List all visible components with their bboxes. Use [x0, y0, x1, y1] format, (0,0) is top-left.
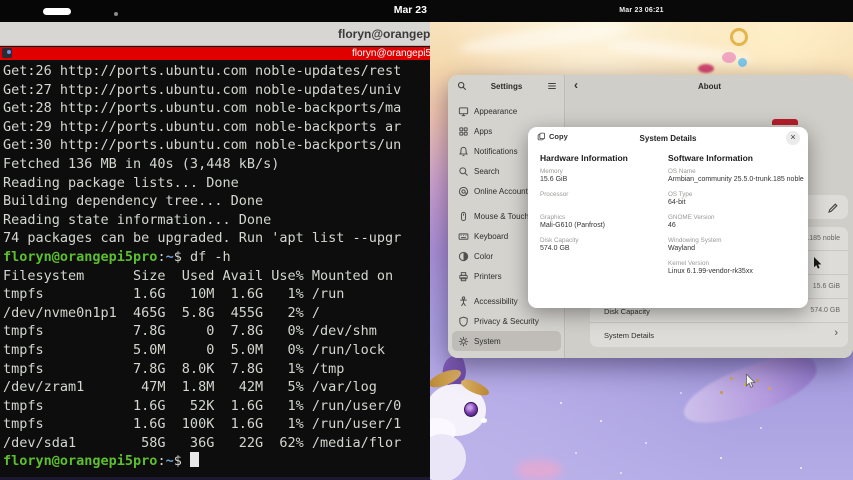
dialog-field: Processor	[540, 188, 652, 211]
terminal-line: Building dependency tree... Done	[3, 193, 264, 210]
terminal-cursor	[189, 452, 199, 468]
dialog-field: GNOME Version 46	[668, 211, 804, 234]
field-label: OS Type	[668, 191, 693, 198]
field-value: 15.6 GiB	[540, 176, 568, 183]
top-bar-right: Mar 23 06:21	[430, 0, 853, 22]
prompt-path: ~	[165, 248, 174, 265]
terminal-line: floryn@orangepi5pro:~$ df -h	[3, 248, 231, 265]
terminal-line: Get:26 http://ports.ubuntu.com noble-upd…	[3, 63, 402, 79]
wallpaper-figure-art	[738, 58, 747, 67]
dialog-field: Memory 15.6 GiB	[540, 165, 652, 188]
wallpaper-figure-art	[698, 64, 714, 73]
dialog-field: Graphics Mali-G610 (Panfrost)	[540, 211, 652, 234]
terminal-line: /dev/sda1 58G 36G 22G 62% /media/flor	[3, 434, 402, 451]
dialog-body: Hardware Information Memory 15.6 GiB Proce…	[540, 153, 804, 280]
hardware-column: Hardware Information Memory 15.6 GiB Proce…	[540, 153, 652, 280]
field-value: Linux 6.1.99-vendor-rk35xx	[668, 268, 753, 275]
terminal-body[interactable]: Get:26 http://ports.ubuntu.com noble-upd…	[0, 60, 430, 477]
terminal-line: /dev/zram1 47M 1.8M 42M 5% /var/log	[3, 379, 377, 396]
terminal-line: Get:27 http://ports.ubuntu.com noble-upd…	[3, 81, 402, 98]
settings-window: Settings Appearance Apps Notifications Sear…	[448, 75, 853, 358]
terminal-line: tmpfs 7.8G 8.0K 7.8G 1% /tmp	[3, 360, 345, 377]
hardware-fields: Memory 15.6 GiB Processor Graphics Mali-G610…	[540, 165, 652, 257]
wallpaper-gold-dots	[730, 377, 733, 380]
terminal-line: 74 packages can be upgraded. Run 'apt li…	[3, 230, 402, 247]
prompt-path: ~	[165, 453, 174, 470]
wallpaper-figure-art	[722, 52, 736, 63]
terminal-line: Fetched 136 MB in 40s (3,448 kB/s)	[3, 155, 280, 172]
terminal-line: Get:28 http://ports.ubuntu.com noble-bac…	[3, 100, 402, 117]
field-value: 64-bit	[668, 199, 686, 206]
clock-left[interactable]: Mar 23	[394, 4, 427, 16]
terminal-line: tmpfs 7.8G 0 7.8G 0% /dev/shm	[3, 323, 377, 340]
wallpaper-sparkles	[560, 402, 562, 404]
terminal-tab-label: floryn@orangepi5pro: ~	[352, 48, 430, 59]
field-value: 46	[668, 222, 676, 229]
system-details-dialog: Copy System Details × Hardware Informati…	[528, 127, 808, 308]
field-label: GNOME Version	[668, 214, 715, 221]
clock-right[interactable]: Mar 23 06:21	[430, 7, 853, 14]
terminal-tab-active[interactable]: floryn@orangepi5pro: ~	[0, 47, 430, 60]
terminal-line: tmpfs 1.6G 100K 1.6G 1% /run/user/1	[3, 416, 402, 433]
prompt-user: floryn@orangepi5pro	[3, 453, 158, 470]
terminal-titlebar[interactable]: floryn@orangepi5pro: ~	[0, 22, 430, 46]
dialog-field: Disk Capacity 574.0 GB	[540, 234, 652, 257]
software-heading: Software Information	[668, 153, 754, 163]
mouse-cursor-black	[813, 257, 823, 275]
terminal-line: floryn@orangepi5pro:~$	[3, 452, 430, 471]
dialog-field: OS Type 64-bit	[668, 188, 804, 211]
terminal-line: Get:29 http://ports.ubuntu.com noble-bac…	[3, 118, 402, 135]
terminal-line: tmpfs 1.6G 10M 1.6G 1% /run	[3, 286, 345, 303]
terminal-app-icon	[2, 48, 12, 58]
wallpaper-creature-art	[430, 353, 518, 480]
right-monitor: Mar 23 06:21 Settings Appearance Apps No…	[430, 0, 853, 480]
hardware-heading: Hardware Information	[540, 153, 628, 163]
wallpaper-pink-art	[516, 460, 562, 480]
terminal-line: /dev/nvme0n1p1 465G 5.8G 455G 2% /	[3, 304, 320, 321]
dialog-field: Windowing System Wayland	[668, 234, 804, 257]
prompt-user: floryn@orangepi5pro	[3, 248, 158, 265]
field-value: Armbian_community 25.5.0-trunk.185 noble	[668, 176, 804, 183]
mouse-cursor-white	[745, 373, 757, 394]
field-value: 574.0 GB	[540, 245, 570, 252]
left-monitor: Mar 23 floryn@orangepi5pro: ~ floryn@ora…	[0, 0, 430, 480]
activities-pill-icon[interactable]	[43, 8, 71, 15]
field-label: Graphics	[540, 214, 566, 221]
close-icon: ×	[790, 132, 796, 142]
dialog-field: Kernel Version Linux 6.1.99-vendor-rk35xx	[668, 257, 804, 280]
software-fields: OS Name Armbian_community 25.5.0-trunk.18…	[668, 165, 804, 280]
field-label: Windowing System	[668, 237, 722, 244]
field-label: OS Name	[668, 168, 696, 175]
terminal-line: Reading state information... Done	[3, 211, 272, 228]
wallpaper-halo-art	[730, 28, 748, 46]
field-label: Memory	[540, 168, 563, 175]
terminal-line: Filesystem Size Used Avail Use% Mounted …	[3, 267, 394, 284]
field-label: Processor	[540, 191, 569, 198]
terminal-line: Get:30 http://ports.ubuntu.com noble-bac…	[3, 137, 402, 154]
terminal-line: tmpfs 1.6G 52K 1.6G 1% /run/user/0	[3, 397, 402, 414]
dialog-header: Copy System Details ×	[528, 127, 808, 149]
software-column: Software Information OS Name Armbian_comm…	[668, 153, 804, 280]
workspace-dot-icon[interactable]	[114, 12, 118, 16]
field-label: Kernel Version	[668, 260, 709, 267]
terminal-line: tmpfs 5.0M 0 5.0M 0% /run/lock	[3, 341, 386, 358]
dialog-title: System Details	[639, 134, 697, 143]
close-button[interactable]: ×	[786, 131, 800, 145]
terminal-line: Reading package lists... Done	[3, 174, 239, 191]
field-value: Mali-G610 (Panfrost)	[540, 222, 605, 229]
terminal-title: floryn@orangepi5pro: ~	[338, 27, 430, 41]
wallpaper-wing-art	[459, 17, 631, 59]
field-label: Disk Capacity	[540, 237, 579, 244]
field-value: Wayland	[668, 245, 695, 252]
top-bar-left: Mar 23	[0, 0, 430, 22]
dialog-field: OS Name Armbian_community 25.5.0-trunk.18…	[668, 165, 804, 188]
dual-monitor-screen: Mar 23 floryn@orangepi5pro: ~ floryn@ora…	[0, 0, 853, 480]
